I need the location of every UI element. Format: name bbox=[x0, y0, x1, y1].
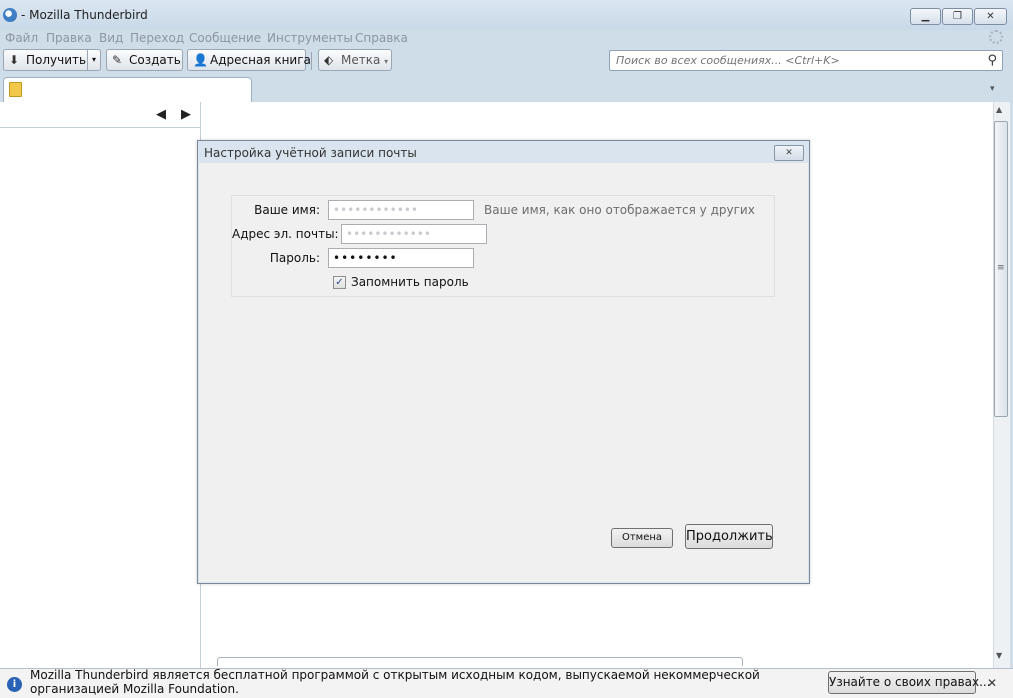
write-label: Создать bbox=[129, 53, 181, 67]
dialog-title: Настройка учётной записи почты bbox=[204, 146, 417, 160]
maximize-button[interactable]: ❐ bbox=[942, 8, 973, 25]
toolbar-separator bbox=[311, 52, 312, 70]
activity-throbber-icon bbox=[989, 30, 1003, 44]
cancel-button[interactable]: Отмена bbox=[611, 528, 673, 548]
continue-button[interactable]: Продолжить bbox=[685, 524, 773, 549]
search-input[interactable] bbox=[610, 51, 982, 70]
menu-edit[interactable]: Правка bbox=[46, 31, 92, 45]
name-label: Ваше имя: bbox=[254, 203, 320, 217]
get-messages-dropdown[interactable]: ▾ bbox=[87, 49, 101, 71]
password-field[interactable] bbox=[328, 248, 474, 268]
write-button[interactable]: ✎ Создать bbox=[106, 49, 183, 71]
tag-button[interactable]: ⬖ Метка ▾ bbox=[318, 49, 392, 71]
info-icon: i bbox=[7, 677, 22, 692]
notification-text: Mozilla Thunderbird является бесплатной … bbox=[30, 668, 760, 696]
address-book-label: Адресная книга bbox=[210, 53, 311, 67]
magnifier-icon[interactable]: ⚲ bbox=[987, 53, 997, 68]
tag-icon: ⬖ bbox=[324, 53, 334, 67]
folder-pane-header bbox=[0, 102, 200, 128]
folder-icon bbox=[9, 82, 22, 97]
password-label: Пароль: bbox=[269, 251, 320, 265]
address-book-button[interactable]: 👤 Адресная книга bbox=[187, 49, 311, 71]
email-label: Адрес эл. почты: bbox=[232, 227, 339, 241]
name-field[interactable] bbox=[328, 200, 474, 220]
minimize-button[interactable]: ▁ bbox=[910, 8, 941, 25]
tab-folder[interactable] bbox=[3, 77, 252, 103]
dialog-close-button[interactable]: ✕ bbox=[774, 145, 804, 161]
close-icon[interactable]: ✕ bbox=[987, 676, 997, 690]
chevron-down-icon: ▾ bbox=[91, 55, 96, 64]
folder-pane bbox=[0, 102, 201, 668]
download-icon: ⬇ bbox=[9, 53, 20, 67]
scroll-grip-icon: ≡ bbox=[997, 263, 1005, 273]
tab-list-chevron-icon[interactable]: ▾ bbox=[990, 84, 995, 94]
close-window-button[interactable]: ✕ bbox=[974, 8, 1007, 25]
search-box[interactable]: ⚲ bbox=[609, 50, 1003, 71]
name-hint: Ваше имя, как оно отображается у других bbox=[484, 203, 755, 217]
menu-go[interactable]: Переход bbox=[130, 31, 184, 45]
close-icon: ✕ bbox=[785, 148, 793, 158]
person-icon: 👤 bbox=[193, 53, 208, 67]
arrow-right-icon[interactable]: ▶ bbox=[181, 107, 191, 122]
get-messages-button[interactable]: ⬇ Получить bbox=[3, 49, 88, 71]
menu-file[interactable]: Файл bbox=[5, 31, 38, 45]
title-bar bbox=[0, 0, 1013, 30]
remember-password-checkbox[interactable]: ✓ bbox=[333, 276, 346, 289]
menu-message[interactable]: Сообщение bbox=[189, 31, 261, 45]
chevron-down-icon: ▾ bbox=[384, 57, 389, 66]
window-title: - Mozilla Thunderbird bbox=[21, 8, 148, 22]
checkmark-icon: ✓ bbox=[335, 277, 344, 288]
get-messages-label: Получить bbox=[26, 53, 87, 67]
remember-password-label[interactable]: Запомнить пароль bbox=[351, 275, 469, 289]
menu-bar: Файл Правка Вид Переход Сообщение Инстру… bbox=[0, 30, 1013, 47]
arrow-left-icon[interactable]: ◀ bbox=[156, 107, 166, 122]
menu-help[interactable]: Справка bbox=[355, 31, 408, 45]
scroll-down-icon[interactable]: ▼ bbox=[996, 651, 1002, 660]
know-your-rights-button[interactable]: Узнайте о своих правах... bbox=[828, 671, 991, 694]
thunderbird-logo-icon bbox=[3, 8, 17, 22]
email-field[interactable] bbox=[341, 224, 487, 244]
tag-label: Метка bbox=[341, 53, 381, 67]
scroll-up-icon[interactable]: ▲ bbox=[996, 105, 1002, 114]
menu-view[interactable]: Вид bbox=[99, 31, 123, 45]
pencil-icon: ✎ bbox=[112, 53, 123, 67]
content-panel-edge bbox=[217, 657, 743, 666]
menu-tools[interactable]: Инструменты bbox=[267, 31, 353, 45]
